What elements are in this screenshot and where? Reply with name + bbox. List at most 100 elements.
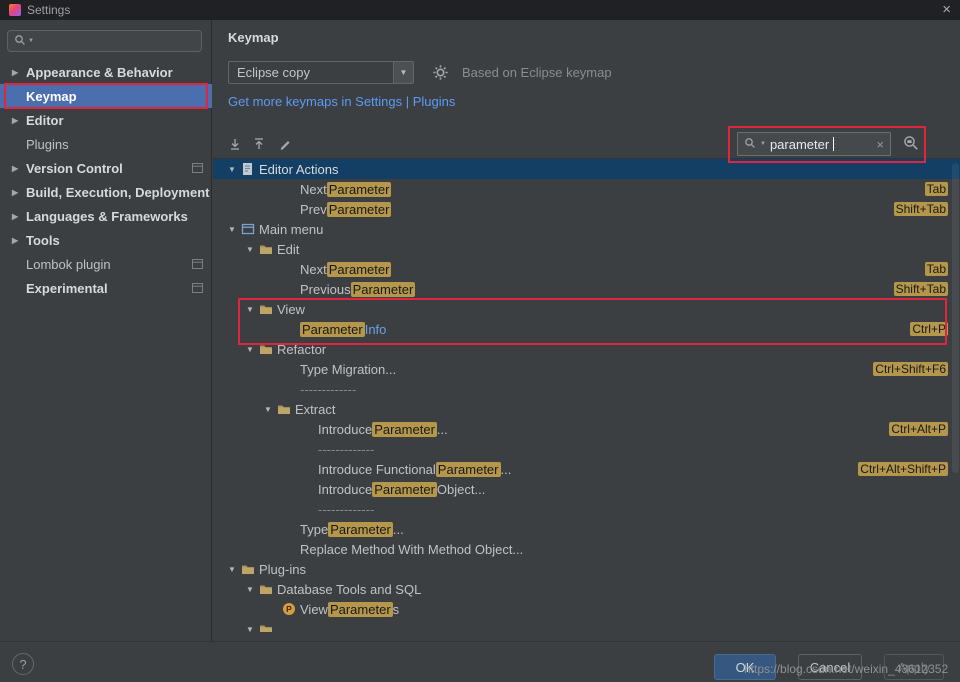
chevron-right-icon[interactable]: ▶ bbox=[12, 68, 26, 77]
action-label-text: Introduce Functional bbox=[318, 462, 436, 477]
keymap-row-main-menu[interactable]: ▼Main menu bbox=[213, 219, 960, 239]
action-label-text: View bbox=[300, 602, 328, 617]
help-button[interactable]: ? bbox=[12, 653, 34, 675]
collapse-all-icon[interactable] bbox=[249, 134, 269, 154]
chevron-down-icon[interactable]: ▼ bbox=[246, 345, 259, 354]
clear-search-icon[interactable]: × bbox=[876, 137, 884, 152]
chevron-down-icon[interactable]: ▼ bbox=[246, 245, 259, 254]
page-title: Keymap bbox=[228, 30, 279, 45]
action-label-text: Previous bbox=[300, 282, 351, 297]
shortcut-badge: Ctrl+P bbox=[910, 322, 948, 336]
chevron-down-icon[interactable]: ▼ bbox=[228, 565, 241, 574]
chevron-down-icon[interactable]: ▼ bbox=[228, 165, 241, 174]
search-match-text: Parameter bbox=[372, 422, 437, 437]
vertical-scrollbar[interactable] bbox=[952, 163, 959, 473]
sidebar-item-label: Version Control bbox=[26, 161, 123, 176]
sidebar-item-version-control[interactable]: ▶Version Control bbox=[0, 156, 212, 180]
keymap-row-refactor[interactable]: ▼Refactor bbox=[213, 339, 960, 359]
sidebar-item-label: Experimental bbox=[26, 281, 108, 296]
folder-icon bbox=[259, 303, 277, 315]
separator-dashes: ------------- bbox=[300, 382, 356, 397]
chevron-down-icon[interactable]: ▼ bbox=[393, 62, 413, 83]
gear-icon[interactable] bbox=[432, 64, 449, 81]
keymap-row-previous-parameter[interactable]: Previous ParameterShift+Tab bbox=[213, 279, 960, 299]
search-history-caret-icon[interactable]: ▼ bbox=[28, 38, 34, 44]
search-history-caret-icon[interactable]: ▼ bbox=[760, 141, 766, 147]
action-label-text: ... bbox=[437, 422, 448, 437]
search-match-text: Parameter bbox=[436, 462, 501, 477]
action-label-text: Database Tools and SQL bbox=[277, 582, 421, 597]
keymap-row-next-parameter[interactable]: Next ParameterTab bbox=[213, 179, 960, 199]
keymap-row-clipped[interactable]: ▼ bbox=[213, 619, 960, 632]
settings-search-box[interactable]: ▼ bbox=[7, 30, 202, 52]
sidebar-item-label: Keymap bbox=[26, 89, 77, 104]
search-match-text: Parameter bbox=[372, 482, 437, 497]
keymap-row-next-parameter[interactable]: Next ParameterTab bbox=[213, 259, 960, 279]
chevron-down-icon[interactable]: ▼ bbox=[228, 225, 241, 234]
find-by-shortcut-icon[interactable] bbox=[902, 134, 920, 152]
keymap-row-database-tools-and-sql[interactable]: ▼ Database Tools and SQL bbox=[213, 579, 960, 599]
dialog-footer: ? OK Cancel Apply https://blog.csdn.net/… bbox=[0, 641, 960, 682]
chevron-down-icon[interactable]: ▼ bbox=[264, 405, 277, 414]
chevron-right-icon[interactable]: ▶ bbox=[12, 116, 26, 125]
keymap-row-view-parameters[interactable]: PView Parameters bbox=[213, 599, 960, 619]
action-label-text: Replace Method With Method Object... bbox=[300, 542, 523, 557]
sidebar-item-experimental[interactable]: Experimental bbox=[0, 276, 212, 300]
sidebar-item-label: Build, Execution, Deployment bbox=[26, 185, 209, 200]
keymap-row-extract[interactable]: ▼Extract bbox=[213, 399, 960, 419]
action-label-text: ... bbox=[393, 522, 404, 537]
folder-icon bbox=[259, 343, 277, 355]
chevron-down-icon[interactable]: ▼ bbox=[246, 305, 259, 314]
sidebar-item-plugins[interactable]: Plugins bbox=[0, 132, 212, 156]
keymap-row-view[interactable]: ▼View bbox=[213, 299, 960, 319]
keymap-row-parameter-info[interactable]: Parameter InfoCtrl+P bbox=[213, 319, 960, 339]
keymap-row-introduce-parameter[interactable]: Introduce Parameter...Ctrl+Alt+P bbox=[213, 419, 960, 439]
sidebar-item-keymap[interactable]: Keymap bbox=[0, 84, 212, 108]
expand-all-icon[interactable] bbox=[225, 134, 245, 154]
keymap-row-prev-parameter[interactable]: Prev ParameterShift+Tab bbox=[213, 199, 960, 219]
keymap-row-type-parameter[interactable]: Type Parameter... bbox=[213, 519, 960, 539]
keymap-row-plug-ins[interactable]: ▼Plug-ins bbox=[213, 559, 960, 579]
editor-actions-icon bbox=[241, 162, 259, 176]
sidebar-item-build-execution-deployment[interactable]: ▶Build, Execution, Deployment bbox=[0, 180, 212, 204]
chevron-right-icon[interactable]: ▶ bbox=[12, 212, 26, 221]
keymap-row-edit[interactable]: ▼Edit bbox=[213, 239, 960, 259]
keymap-row-replace-method-with-method-object[interactable]: Replace Method With Method Object... bbox=[213, 539, 960, 559]
keymap-row-introduce-parameter-object[interactable]: Introduce Parameter Object... bbox=[213, 479, 960, 499]
search-icon bbox=[744, 137, 756, 152]
sidebar-item-editor[interactable]: ▶Editor bbox=[0, 108, 212, 132]
chevron-right-icon[interactable]: ▶ bbox=[12, 236, 26, 245]
action-label-text: Introduce bbox=[318, 482, 372, 497]
keymap-row-type-migration[interactable]: Type Migration...Ctrl+Shift+F6 bbox=[213, 359, 960, 379]
keymap-row-editor-actions[interactable]: ▼Editor Actions bbox=[213, 159, 960, 179]
action-label-text: Type Migration... bbox=[300, 362, 396, 377]
sidebar-item-tools[interactable]: ▶Tools bbox=[0, 228, 212, 252]
search-match-text: Parameter bbox=[327, 262, 392, 277]
settings-search-input[interactable] bbox=[36, 34, 195, 48]
settings-sidebar: ▼ ▶Appearance & Behavior Keymap ▶EditorPlu… bbox=[0, 20, 212, 641]
edit-shortcut-pencil-icon[interactable] bbox=[275, 134, 295, 154]
sidebar-item-label: Tools bbox=[26, 233, 60, 248]
configurable-badge-icon bbox=[192, 163, 203, 173]
configurable-badge-icon bbox=[192, 259, 203, 269]
separator-dashes: ------------- bbox=[318, 502, 374, 517]
sidebar-item-label: Lombok plugin bbox=[26, 257, 111, 272]
sidebar-item-appearance-behavior[interactable]: ▶Appearance & Behavior bbox=[0, 60, 212, 84]
keymap-row-introduce-functional-parameter[interactable]: Introduce Functional Parameter...Ctrl+Al… bbox=[213, 459, 960, 479]
keymap-scheme-select[interactable]: Eclipse copy ▼ bbox=[228, 61, 414, 84]
sidebar-item-lombok-plugin[interactable]: Lombok plugin bbox=[0, 252, 212, 276]
action-search-field[interactable]: ▼ parameter × bbox=[737, 132, 891, 156]
titlebar: Settings × bbox=[0, 0, 960, 20]
folder-icon bbox=[259, 583, 277, 595]
action-label-text: s bbox=[393, 602, 400, 617]
watermark-text: https://blog.csdn.net/weixin_43612352 bbox=[744, 662, 948, 676]
keymap-tree: ▼Editor ActionsNext ParameterTabPrev Par… bbox=[213, 158, 960, 632]
close-icon[interactable]: × bbox=[942, 3, 951, 17]
action-label-text: Introduce bbox=[318, 422, 372, 437]
chevron-down-icon[interactable]: ▼ bbox=[246, 625, 259, 633]
chevron-down-icon[interactable]: ▼ bbox=[246, 585, 259, 594]
chevron-right-icon[interactable]: ▶ bbox=[12, 164, 26, 173]
get-more-keymaps-link[interactable]: Get more keymaps in Settings | Plugins bbox=[228, 94, 455, 109]
sidebar-item-languages-frameworks[interactable]: ▶Languages & Frameworks bbox=[0, 204, 212, 228]
chevron-right-icon[interactable]: ▶ bbox=[12, 188, 26, 197]
